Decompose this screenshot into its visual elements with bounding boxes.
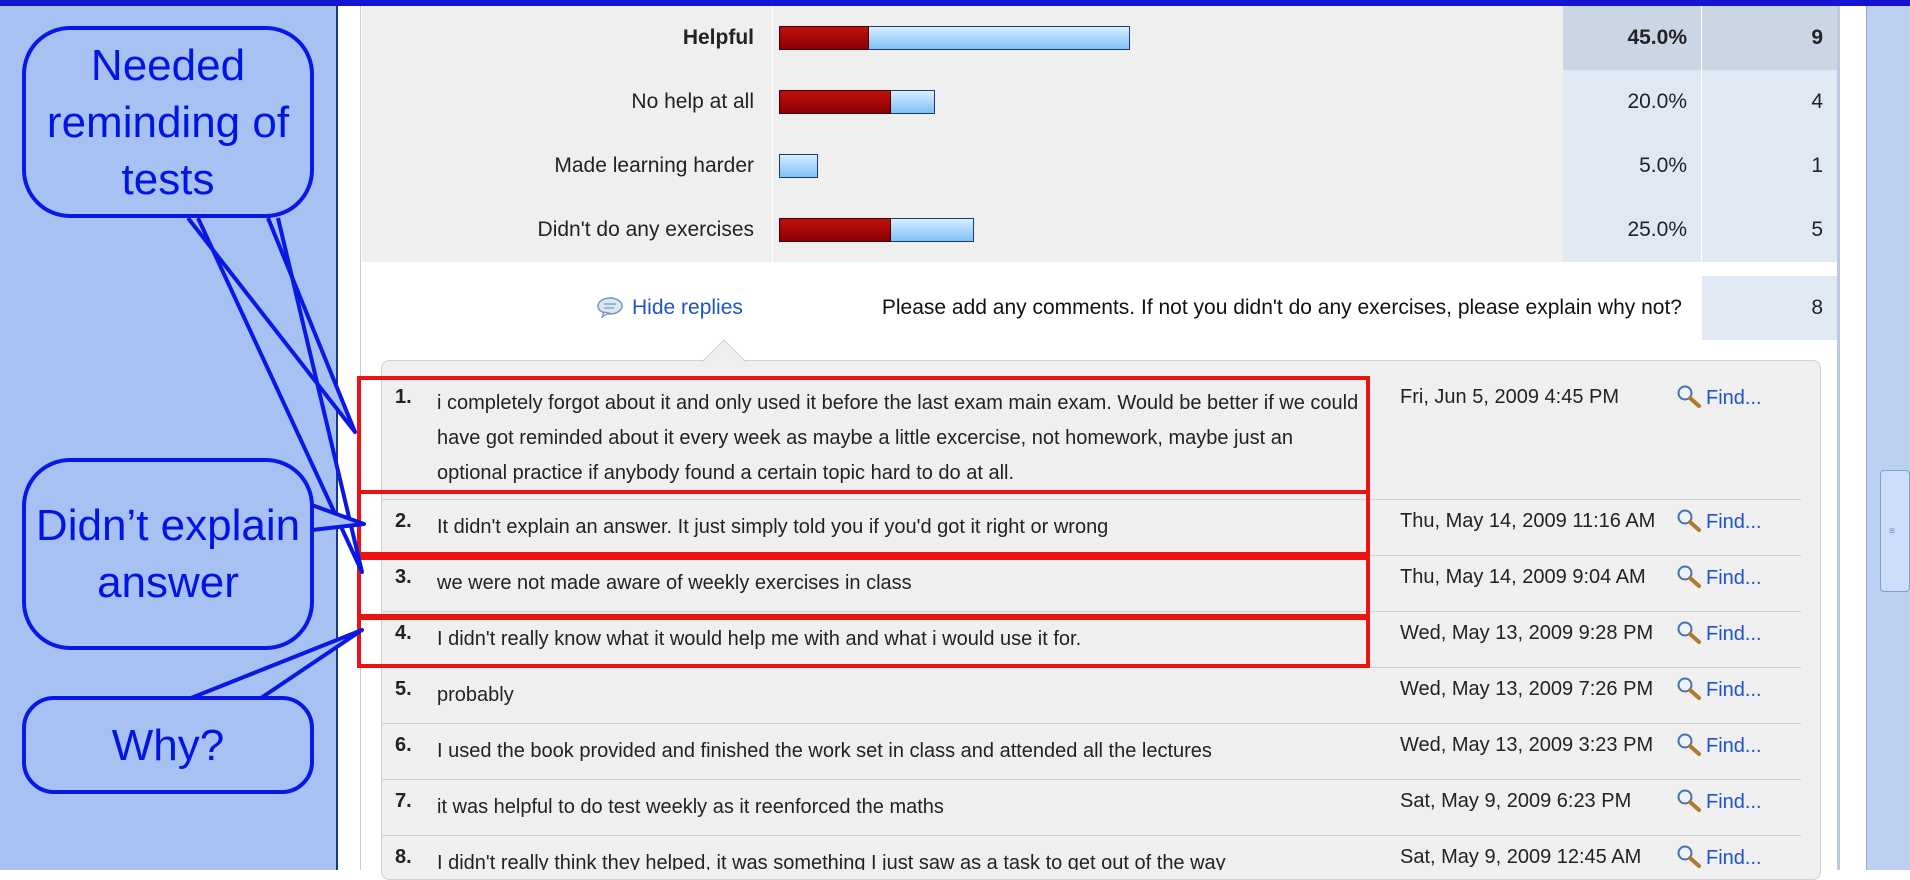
callout-text: Needed reminding of tests [46, 40, 290, 204]
callout-needed-reminding: Needed reminding of tests [22, 26, 314, 218]
callout-text: Why? [111, 720, 225, 770]
callout-text: Didn’t explain answer [35, 501, 301, 607]
callout-didnt-explain: Didn’t explain answer [22, 458, 314, 650]
callout-why: Why? [22, 696, 314, 794]
